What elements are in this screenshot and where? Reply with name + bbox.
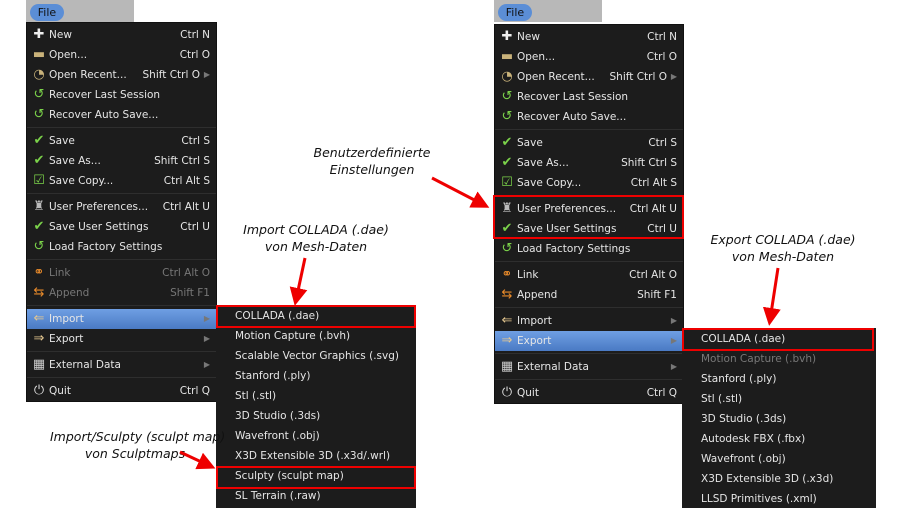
annotation-arrows — [179, 176, 781, 470]
arrow-user-settings — [431, 176, 490, 208]
arrow-import-collada — [289, 257, 308, 306]
arrow-export-collada — [762, 267, 781, 326]
arrow-sculpty — [179, 450, 216, 470]
